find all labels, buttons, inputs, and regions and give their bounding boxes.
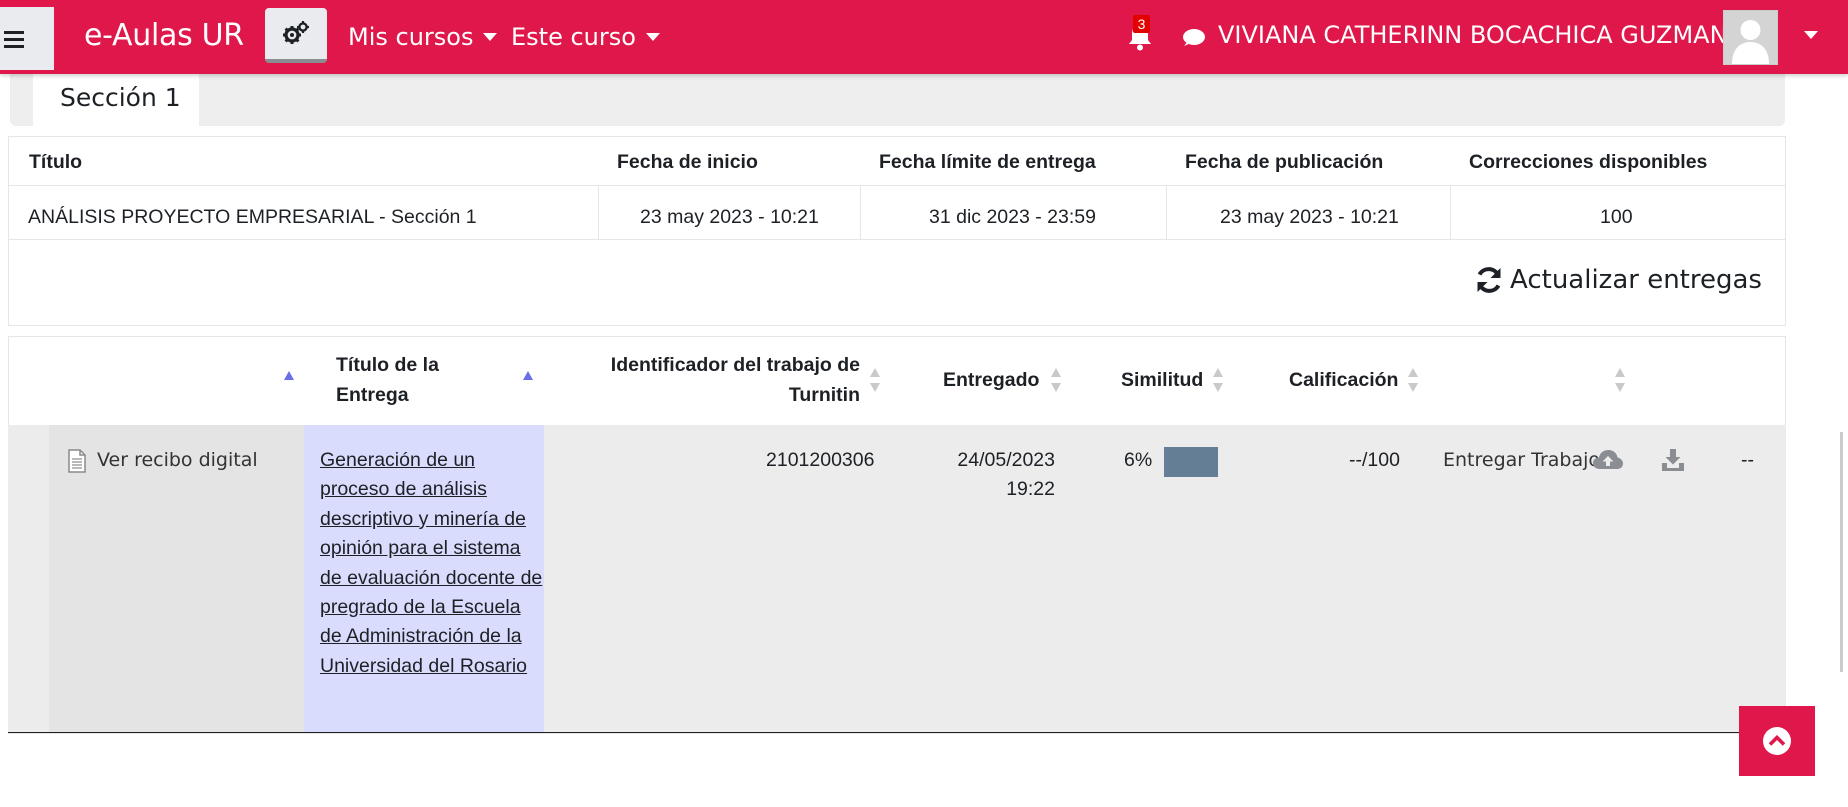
- user-name[interactable]: VIVIANA CATHERINN BOCACHICA GUZMAN: [1218, 21, 1728, 49]
- submitted-date: 24/05/2023: [957, 449, 1055, 471]
- user-avatar[interactable]: [1723, 10, 1778, 65]
- header-titulo-entrega[interactable]: Título de la Entrega: [336, 350, 439, 410]
- submitted-datetime: 24/05/2023 19:22: [930, 446, 1055, 504]
- header-title-line: Título de la: [336, 354, 439, 376]
- sort-both-icon[interactable]: [1408, 368, 1418, 392]
- table-bottom-rule: [8, 732, 1786, 733]
- header-fecha-publicacion: Fecha de publicación: [1185, 151, 1384, 173]
- submit-paper-button[interactable]: Entregar Trabajo: [1443, 446, 1600, 475]
- user-silhouette-icon: [1724, 11, 1777, 64]
- cloud-upload-icon[interactable]: [1593, 449, 1623, 471]
- sort-both-icon[interactable]: [870, 368, 880, 392]
- scrollbar[interactable]: [1840, 432, 1843, 672]
- chat-bubble-icon[interactable]: [1180, 26, 1206, 50]
- submitted-time: 19:22: [1006, 478, 1055, 500]
- paper-id: 2101200306: [766, 449, 875, 471]
- hamburger-icon-line: [4, 38, 24, 41]
- header-correcciones: Correcciones disponibles: [1469, 151, 1708, 173]
- grade-value[interactable]: --/100: [1349, 446, 1400, 475]
- refresh-icon: [1477, 267, 1501, 293]
- my-courses-label: Mis cursos: [348, 23, 474, 51]
- submission-title-link[interactable]: Generación de un proceso de análisis des…: [320, 446, 546, 681]
- this-course-menu[interactable]: Este curso: [511, 23, 660, 51]
- cell-divider: [1166, 186, 1167, 240]
- post-date: 23 may 2023 - 10:21: [1220, 206, 1399, 228]
- cell-divider: [1450, 186, 1451, 240]
- header-fecha-inicio: Fecha de inicio: [617, 151, 758, 173]
- header-turnitin-line: Turnitin: [788, 384, 860, 406]
- header-turnitin-id[interactable]: Identificador del trabajo de Turnitin: [600, 350, 860, 410]
- header-similitud[interactable]: Similitud: [1121, 365, 1203, 395]
- course-admin-button[interactable]: [265, 8, 327, 63]
- header-fecha-limite: Fecha límite de entrega: [879, 151, 1096, 173]
- caret-down-icon: [483, 33, 498, 41]
- hamburger-icon-line: [4, 45, 24, 48]
- start-date: 23 may 2023 - 10:21: [640, 206, 819, 228]
- document-icon: [68, 449, 86, 473]
- site-brand[interactable]: e-Aulas UR: [84, 18, 244, 53]
- menu-toggle-button[interactable]: [0, 7, 54, 70]
- similarity-report-button[interactable]: [1164, 447, 1218, 477]
- tab-seccion-1[interactable]: Sección 1: [33, 74, 199, 126]
- cell-divider: [860, 186, 861, 240]
- due-date: 31 dic 2023 - 23:59: [929, 206, 1096, 228]
- notification-count-badge: 3: [1133, 15, 1150, 33]
- table-divider: [9, 185, 1785, 186]
- header-title-line: Entrega: [336, 384, 409, 406]
- user-menu-caret-icon[interactable]: [1804, 31, 1818, 39]
- assignment-title: ANÁLISIS PROYECTO EMPRESARIAL - Sección …: [28, 206, 477, 228]
- assignment-info-table: Título Fecha de inicio Fecha límite de e…: [8, 136, 1786, 240]
- section-tabs: Sección 1: [10, 74, 1785, 126]
- available-marks: 100: [1600, 206, 1633, 228]
- submit-paper-label: Entregar Trabajo: [1443, 449, 1601, 471]
- my-courses-menu[interactable]: Mis cursos: [348, 23, 498, 51]
- caret-down-icon: [645, 33, 660, 41]
- header-turnitin-line: Identificador del trabajo de: [610, 354, 860, 376]
- sort-asc-icon[interactable]: [523, 371, 533, 381]
- header-calificacion[interactable]: Calificación: [1289, 365, 1398, 395]
- back-to-top-button[interactable]: [1739, 706, 1815, 776]
- top-navbar: e-Aulas UR Mis cursos Este curso 3 VIVIA…: [0, 0, 1848, 74]
- chevron-up-circle-icon: [1763, 727, 1791, 755]
- this-course-label: Este curso: [511, 23, 636, 51]
- header-entregado[interactable]: Entregado: [943, 365, 1039, 395]
- row-extra-value: --: [1741, 449, 1754, 471]
- similarity-score[interactable]: 6%: [1124, 449, 1152, 472]
- sort-both-icon[interactable]: [1213, 368, 1223, 392]
- cell-divider: [598, 186, 599, 240]
- refresh-label: Actualizar entregas: [1510, 265, 1762, 295]
- sort-both-icon[interactable]: [1051, 368, 1061, 392]
- refresh-submissions-button[interactable]: Actualizar entregas: [1474, 265, 1762, 295]
- download-icon[interactable]: [1661, 448, 1685, 472]
- sort-asc-icon[interactable]: [284, 371, 294, 381]
- sort-both-icon[interactable]: [1615, 368, 1625, 392]
- digital-receipt-link[interactable]: Ver recibo digital: [97, 446, 258, 475]
- row-spacer-cell: [8, 425, 49, 732]
- gears-icon: [283, 21, 309, 44]
- header-titulo: Título: [29, 151, 83, 173]
- hamburger-icon: [4, 31, 24, 34]
